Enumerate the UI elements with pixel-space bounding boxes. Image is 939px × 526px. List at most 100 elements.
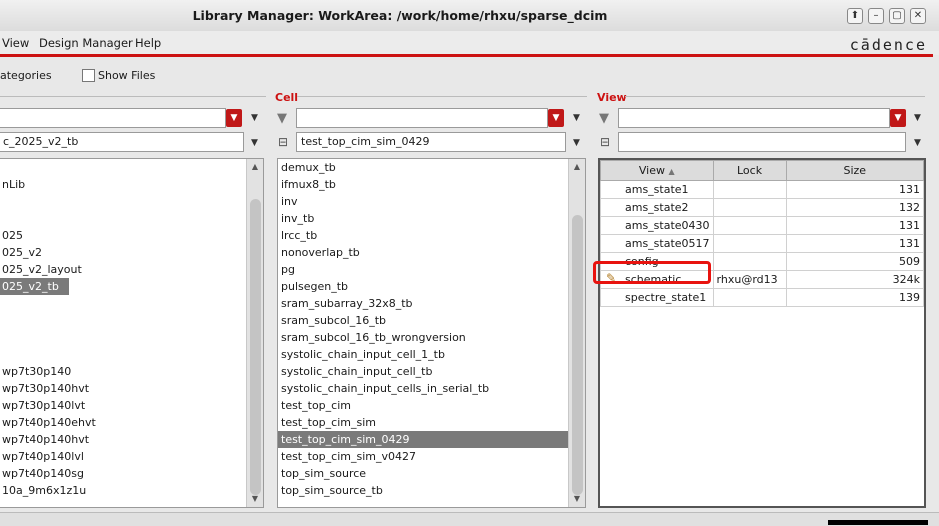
library-list-item[interactable]	[0, 295, 245, 312]
cell-list[interactable]: demux_tb ifmux8_tb inv inv_tb lrcc_tb nonover…	[277, 158, 586, 508]
browse-icon[interactable]: ⊟	[600, 135, 610, 149]
library-list-item[interactable]	[0, 193, 245, 210]
library-list-item[interactable]: 025_v2_layout	[0, 261, 245, 278]
scroll-up-icon[interactable]: ▲	[249, 161, 261, 173]
view-history-icon[interactable]: ▼	[914, 138, 921, 148]
library-list-item[interactable]	[0, 346, 245, 363]
cell-list-item[interactable]: inv_tb	[278, 210, 568, 227]
scroll-down-icon[interactable]: ▼	[571, 493, 583, 505]
scroll-down-icon[interactable]: ▼	[249, 493, 261, 505]
view-table-row[interactable]: ams_state1 131	[600, 180, 924, 199]
menu-divider	[0, 54, 933, 57]
cell-filter-menu-icon[interactable]: ▼	[573, 113, 580, 123]
view-cell[interactable]: ams_state0517	[600, 234, 714, 253]
lock-cell	[712, 216, 787, 235]
cell-filter-dropdown-icon[interactable]: ▼	[548, 109, 564, 127]
library-list-item[interactable]	[0, 159, 245, 176]
cell-list-item[interactable]: systolic_chain_input_cell_tb	[278, 363, 568, 380]
column-header-lock[interactable]: Lock	[712, 160, 787, 181]
scroll-thumb[interactable]	[250, 199, 261, 495]
view-table: View ▲ Lock Size ams_state1 131 ams_state2…	[600, 160, 924, 307]
window-minimize-button[interactable]: –	[868, 8, 884, 24]
library-history-icon[interactable]: ▼	[251, 138, 258, 148]
view-table-row[interactable]: ams_state0517 131	[600, 234, 924, 253]
scroll-thumb[interactable]	[572, 215, 583, 495]
library-list-item[interactable]: wp7t40p140hvt	[0, 431, 245, 448]
view-filter-menu-icon[interactable]: ▼	[914, 113, 921, 123]
cell-list-item[interactable]: pulsegen_tb	[278, 278, 568, 295]
cell-list-item[interactable]: test_top_cim_sim_v0427	[278, 448, 568, 465]
column-header-size[interactable]: Size	[785, 160, 924, 181]
library-list[interactable]: nLib 025 025_v2 025_v2_layout 025_v2_tb wp7t3…	[0, 158, 264, 508]
cell-list-item[interactable]: top_sim_source	[278, 465, 568, 482]
lock-cell	[712, 288, 787, 307]
cell-list-item[interactable]: systolic_chain_input_cells_in_serial_tb	[278, 380, 568, 397]
library-list-item[interactable]	[0, 329, 245, 346]
cell-list-item[interactable]: nonoverlap_tb	[278, 244, 568, 261]
view-filter-combo[interactable]	[618, 108, 890, 128]
cell-filter-combo[interactable]	[296, 108, 548, 128]
view-table-row[interactable]: spectre_state1 139	[600, 288, 924, 307]
library-filter-dropdown-icon[interactable]: ▼	[226, 109, 242, 127]
cell-list-item[interactable]: systolic_chain_input_cell_1_tb	[278, 346, 568, 363]
library-list-item[interactable]: wp7t30p140	[0, 363, 245, 380]
library-list-item[interactable]: wp7t30p140lvt	[0, 397, 245, 414]
cell-list-item[interactable]: sram_subcol_16_tb	[278, 312, 568, 329]
library-list-item[interactable]	[0, 312, 245, 329]
browse-icon[interactable]: ⊟	[278, 135, 288, 149]
view-name: ams_state0517	[625, 237, 710, 250]
library-scrollbar[interactable]: ▲ ▼	[246, 159, 263, 507]
library-list-item[interactable]: wp7t40p140sg	[0, 465, 245, 482]
cell-list-item[interactable]: sram_subarray_32x8_tb	[278, 295, 568, 312]
view-name-field[interactable]	[618, 132, 906, 152]
cell-list-item[interactable]: lrcc_tb	[278, 227, 568, 244]
menu-help[interactable]: Help	[135, 36, 161, 50]
cell-list-item[interactable]: inv	[278, 193, 568, 210]
cell-list-item[interactable]: top_sim_source_tb	[278, 482, 568, 499]
library-list-item[interactable]: 025	[0, 227, 245, 244]
cell-list-item[interactable]: test_top_cim_sim_0429	[278, 431, 568, 448]
cell-history-icon[interactable]: ▼	[573, 138, 580, 148]
library-list-item[interactable]: nLib	[0, 176, 245, 193]
cell-scrollbar[interactable]: ▲ ▼	[568, 159, 585, 507]
view-cell[interactable]: ams_state0430	[600, 216, 714, 235]
library-list-item[interactable]: 025_v2_tb	[0, 278, 69, 295]
library-name-field[interactable]: c_2025_v2_tb	[0, 132, 244, 152]
window-close-button[interactable]: ✕	[910, 8, 926, 24]
view-cell[interactable]: spectre_state1	[600, 288, 714, 307]
cell-list-item[interactable]: ifmux8_tb	[278, 176, 568, 193]
menu-design-manager[interactable]: Design Manager	[39, 36, 133, 50]
view-cell[interactable]: ams_state2	[600, 198, 714, 217]
library-list-item[interactable]: wp7t30p140hvt	[0, 380, 245, 397]
view-cell[interactable]: ams_state1	[600, 180, 714, 199]
categories-label[interactable]: ategories	[0, 69, 52, 82]
cell-list-item[interactable]: test_top_cim	[278, 397, 568, 414]
filter-icon[interactable]: ▼	[277, 111, 287, 126]
cell-name-field[interactable]: test_top_cim_sim_0429	[296, 132, 566, 152]
show-files-label: Show Files	[98, 69, 156, 82]
column-header-view[interactable]: View ▲	[600, 160, 714, 181]
view-pane-separator	[625, 96, 925, 97]
library-list-item[interactable]: wp7t40p140ehvt	[0, 414, 245, 431]
cell-list-item[interactable]: pg	[278, 261, 568, 278]
library-pane-separator	[0, 96, 266, 97]
menu-view[interactable]: View	[2, 36, 29, 50]
library-list-item[interactable]: wp7t40p140lvl	[0, 448, 245, 465]
library-list-item[interactable]	[0, 210, 245, 227]
filter-icon[interactable]: ▼	[599, 111, 609, 126]
cell-list-item[interactable]: demux_tb	[278, 159, 568, 176]
library-filter-combo[interactable]	[0, 108, 226, 128]
library-filter-menu-icon[interactable]: ▼	[251, 113, 258, 123]
library-list-item[interactable]: 025_v2	[0, 244, 245, 261]
cell-list-item[interactable]: test_top_cim_sim	[278, 414, 568, 431]
scroll-up-icon[interactable]: ▲	[571, 161, 583, 173]
window-up-button[interactable]: ⬆	[847, 8, 863, 24]
view-table-row[interactable]: ams_state0430 131	[600, 216, 924, 235]
window-maximize-button[interactable]: ▢	[889, 8, 905, 24]
view-table-row[interactable]: ams_state2 132	[600, 198, 924, 217]
view-filter-dropdown-icon[interactable]: ▼	[890, 109, 906, 127]
cell-list-item[interactable]: sram_subcol_16_tb_wrongversion	[278, 329, 568, 346]
show-files-checkbox[interactable]	[82, 69, 95, 82]
size-cell: 324k	[785, 270, 924, 289]
library-list-item[interactable]: 10a_9m6x1z1u	[0, 482, 245, 499]
